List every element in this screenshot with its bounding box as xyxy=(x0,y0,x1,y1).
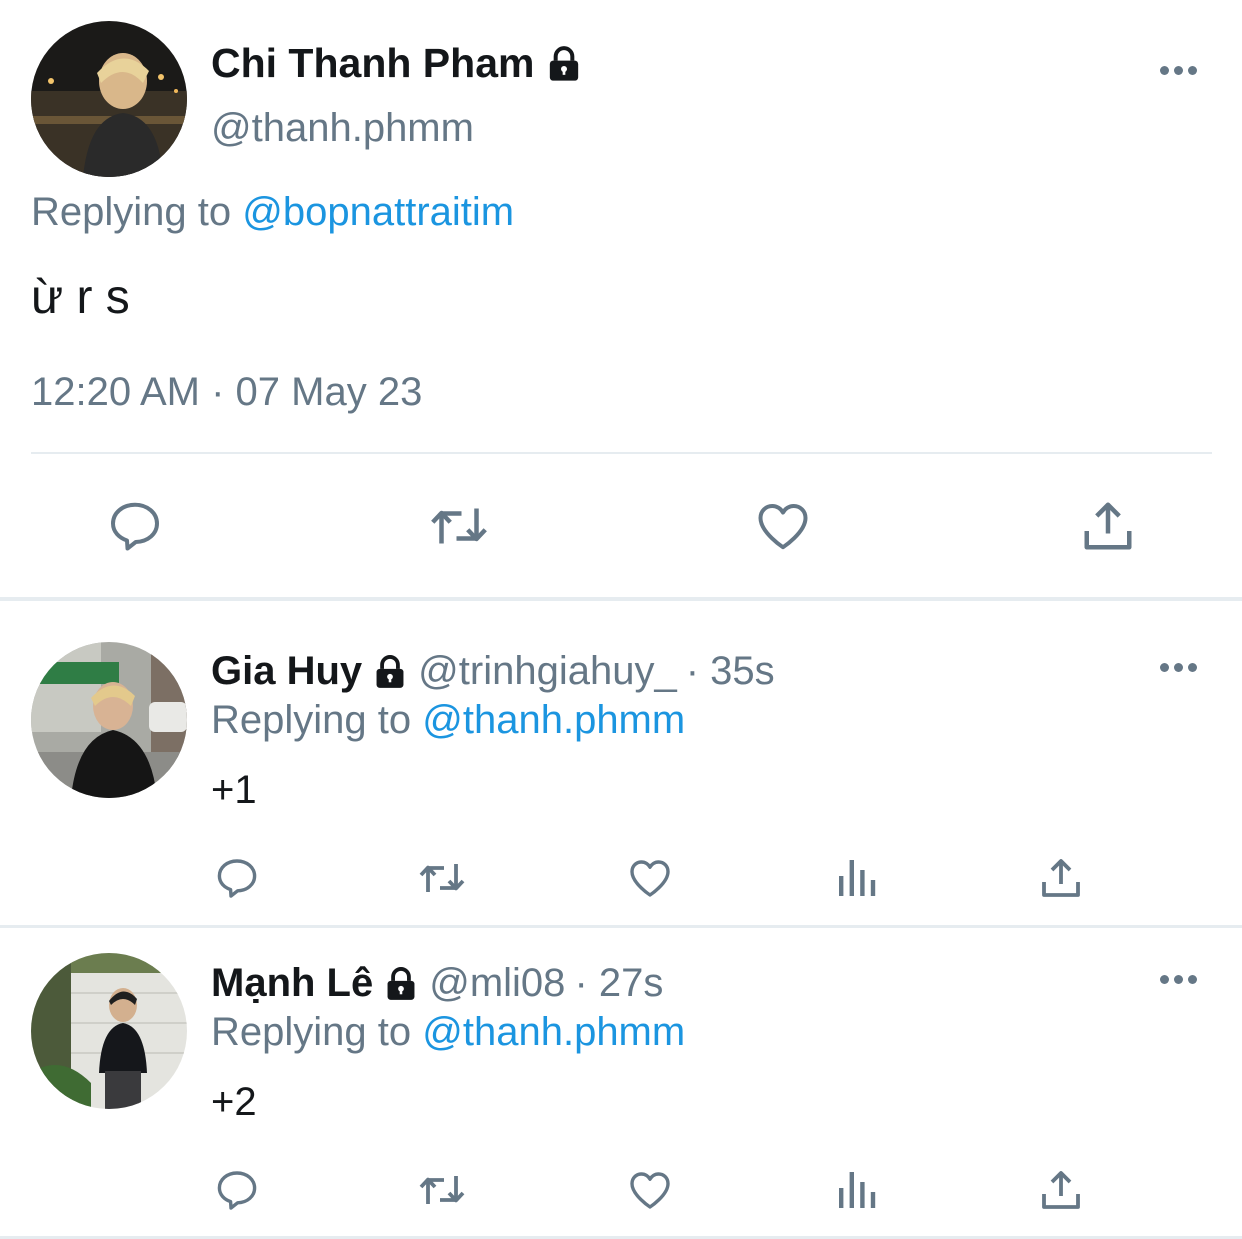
analytics-icon[interactable] xyxy=(833,1166,881,1214)
share-icon[interactable] xyxy=(1037,854,1085,902)
tweet-text: +1 xyxy=(211,768,257,813)
retweet-icon[interactable] xyxy=(426,496,492,556)
handle[interactable]: @mli08 xyxy=(429,961,565,1006)
analytics-icon[interactable] xyxy=(833,854,881,902)
tweet-timestamp[interactable]: 12:20 AM · 07 May 23 xyxy=(31,370,422,415)
replying-prefix: Replying to xyxy=(211,1010,411,1054)
replying-handle-link[interactable]: @thanh.phmm xyxy=(422,1010,685,1054)
lock-icon xyxy=(382,965,420,1003)
replying-to: Replying to @thanh.phmm xyxy=(211,698,685,743)
section-divider xyxy=(0,597,1242,601)
more-icon[interactable] xyxy=(1160,66,1197,75)
tweet-text: +2 xyxy=(211,1080,257,1125)
display-name[interactable]: Chi Thanh Pham xyxy=(211,40,534,87)
lock-icon xyxy=(371,653,409,691)
share-icon[interactable] xyxy=(1037,1166,1085,1214)
reply-icon[interactable] xyxy=(105,496,165,556)
replying-handle-link[interactable]: @bopnattraitim xyxy=(242,190,514,234)
reply-icon[interactable] xyxy=(213,1166,261,1214)
retweet-icon[interactable] xyxy=(414,1166,470,1214)
more-icon[interactable] xyxy=(1160,975,1197,984)
retweet-icon[interactable] xyxy=(414,854,470,902)
avatar[interactable] xyxy=(31,953,187,1109)
share-icon[interactable] xyxy=(1078,496,1138,556)
display-name[interactable]: Mạnh Lê xyxy=(211,961,373,1006)
reply-icon[interactable] xyxy=(213,854,261,902)
like-icon[interactable] xyxy=(625,1166,675,1214)
avatar[interactable] xyxy=(31,21,187,177)
like-icon[interactable] xyxy=(625,854,675,902)
replying-to: Replying to @thanh.phmm xyxy=(211,1010,685,1055)
replying-to: Replying to @bopnattraitim xyxy=(31,190,514,235)
divider xyxy=(31,452,1212,454)
tweet-text: ừ r s xyxy=(31,270,130,325)
lock-icon xyxy=(544,44,584,84)
time-ago[interactable]: · 35s xyxy=(686,649,775,694)
more-icon[interactable] xyxy=(1160,663,1197,672)
replying-prefix: Replying to xyxy=(31,190,231,234)
avatar[interactable] xyxy=(31,642,187,798)
replying-prefix: Replying to xyxy=(211,698,411,742)
time-ago[interactable]: · 27s xyxy=(574,961,663,1006)
display-name[interactable]: Gia Huy xyxy=(211,649,362,694)
handle[interactable]: @thanh.phmm xyxy=(211,106,474,151)
replying-handle-link[interactable]: @thanh.phmm xyxy=(422,698,685,742)
like-icon[interactable] xyxy=(752,496,814,556)
section-divider xyxy=(0,925,1242,928)
handle[interactable]: @trinhgiahuy_ xyxy=(418,649,677,694)
